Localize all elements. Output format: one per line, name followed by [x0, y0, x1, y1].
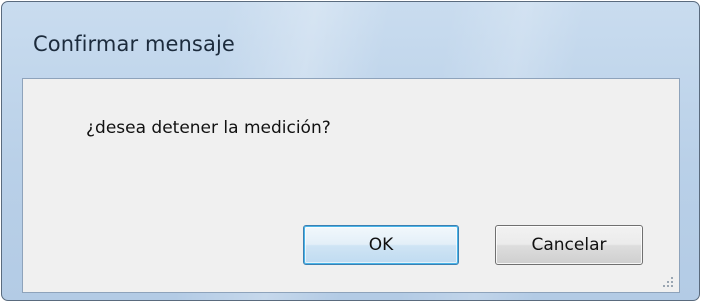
dialog-message: ¿desea detener la medición? [86, 118, 331, 138]
cancel-button[interactable]: Cancelar [495, 225, 643, 265]
ok-button[interactable]: OK [303, 225, 459, 265]
resize-grip-icon[interactable] [661, 275, 673, 287]
dialog-title: Confirmar mensaje [33, 32, 235, 56]
title-bar[interactable]: Confirmar mensaje [2, 2, 699, 78]
dialog-window: Confirmar mensaje ¿desea detener la medi… [1, 1, 700, 301]
dialog-body: ¿desea detener la medición? OK Cancelar [22, 78, 680, 293]
